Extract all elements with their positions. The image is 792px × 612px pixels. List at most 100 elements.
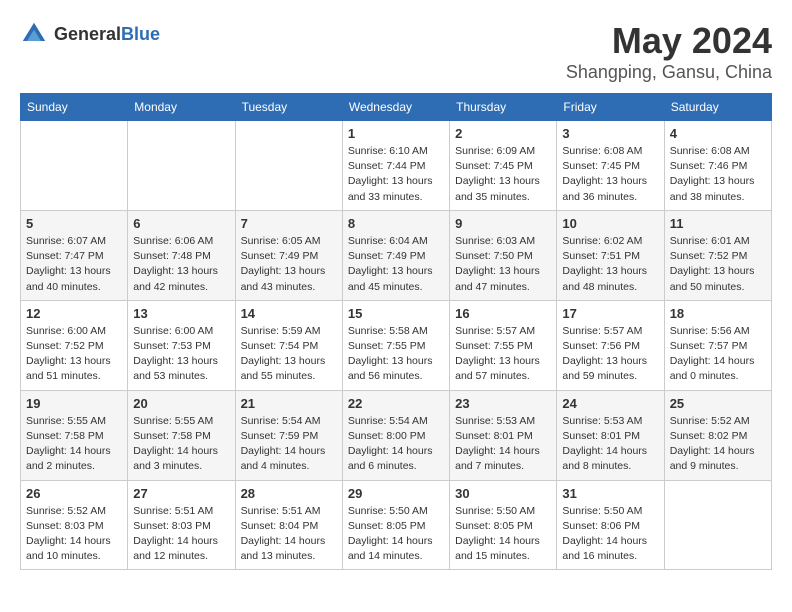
day-info: Sunrise: 5:55 AM Sunset: 7:58 PM Dayligh… bbox=[133, 414, 229, 475]
day-info: Sunrise: 6:00 AM Sunset: 7:53 PM Dayligh… bbox=[133, 324, 229, 385]
calendar-cell: 15 Sunrise: 5:58 AM Sunset: 7:55 PM Dayli… bbox=[342, 300, 449, 390]
calendar-table: SundayMondayTuesdayWednesdayThursdayFrid… bbox=[20, 93, 772, 570]
day-info: Sunrise: 5:52 AM Sunset: 8:03 PM Dayligh… bbox=[26, 504, 122, 565]
day-info: Sunrise: 5:54 AM Sunset: 8:00 PM Dayligh… bbox=[348, 414, 444, 475]
calendar-cell: 4Sunrise: 6:08 AM Sunset: 7:46 PM Daylig… bbox=[664, 121, 771, 211]
day-number: 27 bbox=[133, 486, 229, 501]
calendar-cell: 10Sunrise: 6:02 AM Sunset: 7:51 PM Dayli… bbox=[557, 210, 664, 300]
logo: GeneralBlue bbox=[20, 20, 160, 48]
calendar-cell bbox=[235, 121, 342, 211]
day-number: 24 bbox=[562, 396, 658, 411]
day-number: 11 bbox=[670, 216, 766, 231]
day-number: 3 bbox=[562, 126, 658, 141]
day-info: Sunrise: 5:59 AM Sunset: 7:54 PM Dayligh… bbox=[241, 324, 337, 385]
page-header: GeneralBlue May 2024 Shangping, Gansu, C… bbox=[20, 20, 772, 83]
day-number: 5 bbox=[26, 216, 122, 231]
day-info: Sunrise: 5:50 AM Sunset: 8:06 PM Dayligh… bbox=[562, 504, 658, 565]
calendar-week-row: 5 Sunrise: 6:07 AM Sunset: 7:47 PM Daylig… bbox=[21, 210, 772, 300]
day-info: Sunrise: 6:05 AM Sunset: 7:49 PM Dayligh… bbox=[241, 234, 337, 295]
day-number: 18 bbox=[670, 306, 766, 321]
day-number: 29 bbox=[348, 486, 444, 501]
day-info: Sunrise: 5:51 AM Sunset: 8:04 PM Dayligh… bbox=[241, 504, 337, 565]
weekday-header: Wednesday bbox=[342, 94, 449, 121]
day-info: Sunrise: 6:10 AM Sunset: 7:44 PM Dayligh… bbox=[348, 144, 444, 205]
calendar-cell: 28 Sunrise: 5:51 AM Sunset: 8:04 PM Dayli… bbox=[235, 480, 342, 570]
calendar-cell bbox=[21, 121, 128, 211]
day-number: 21 bbox=[241, 396, 337, 411]
calendar-cell: 9 Sunrise: 6:03 AM Sunset: 7:50 PM Daylig… bbox=[450, 210, 557, 300]
day-info: Sunrise: 6:00 AM Sunset: 7:52 PM Dayligh… bbox=[26, 324, 122, 385]
day-number: 2 bbox=[455, 126, 551, 141]
day-info: Sunrise: 5:50 AM Sunset: 8:05 PM Dayligh… bbox=[455, 504, 551, 565]
calendar-cell: 2 Sunrise: 6:09 AM Sunset: 7:45 PM Daylig… bbox=[450, 121, 557, 211]
day-number: 1 bbox=[348, 126, 444, 141]
day-info: Sunrise: 6:07 AM Sunset: 7:47 PM Dayligh… bbox=[26, 234, 122, 295]
day-number: 16 bbox=[455, 306, 551, 321]
weekday-header: Tuesday bbox=[235, 94, 342, 121]
calendar-cell: 6Sunrise: 6:06 AM Sunset: 7:48 PM Daylig… bbox=[128, 210, 235, 300]
month-title: May 2024 bbox=[566, 20, 772, 62]
day-info: Sunrise: 6:06 AM Sunset: 7:48 PM Dayligh… bbox=[133, 234, 229, 295]
day-info: Sunrise: 6:01 AM Sunset: 7:52 PM Dayligh… bbox=[670, 234, 766, 295]
weekday-header-row: SundayMondayTuesdayWednesdayThursdayFrid… bbox=[21, 94, 772, 121]
calendar-cell: 19 Sunrise: 5:55 AM Sunset: 7:58 PM Dayli… bbox=[21, 390, 128, 480]
calendar-cell bbox=[128, 121, 235, 211]
calendar-cell: 3 Sunrise: 6:08 AM Sunset: 7:45 PM Daylig… bbox=[557, 121, 664, 211]
calendar-cell: 17 Sunrise: 5:57 AM Sunset: 7:56 PM Dayli… bbox=[557, 300, 664, 390]
calendar-cell: 11 Sunrise: 6:01 AM Sunset: 7:52 PM Dayli… bbox=[664, 210, 771, 300]
day-number: 17 bbox=[562, 306, 658, 321]
day-number: 8 bbox=[348, 216, 444, 231]
calendar-cell: 18Sunrise: 5:56 AM Sunset: 7:57 PM Dayli… bbox=[664, 300, 771, 390]
calendar-cell: 5 Sunrise: 6:07 AM Sunset: 7:47 PM Daylig… bbox=[21, 210, 128, 300]
day-number: 30 bbox=[455, 486, 551, 501]
calendar-cell: 30 Sunrise: 5:50 AM Sunset: 8:05 PM Dayli… bbox=[450, 480, 557, 570]
title-block: May 2024 Shangping, Gansu, China bbox=[566, 20, 772, 83]
calendar-week-row: 26 Sunrise: 5:52 AM Sunset: 8:03 PM Dayli… bbox=[21, 480, 772, 570]
day-info: Sunrise: 6:03 AM Sunset: 7:50 PM Dayligh… bbox=[455, 234, 551, 295]
calendar-cell: 26 Sunrise: 5:52 AM Sunset: 8:03 PM Dayli… bbox=[21, 480, 128, 570]
calendar-cell: 14 Sunrise: 5:59 AM Sunset: 7:54 PM Dayli… bbox=[235, 300, 342, 390]
calendar-week-row: 12Sunrise: 6:00 AM Sunset: 7:52 PM Dayli… bbox=[21, 300, 772, 390]
day-info: Sunrise: 6:04 AM Sunset: 7:49 PM Dayligh… bbox=[348, 234, 444, 295]
day-info: Sunrise: 6:08 AM Sunset: 7:45 PM Dayligh… bbox=[562, 144, 658, 205]
calendar-cell: 21 Sunrise: 5:54 AM Sunset: 7:59 PM Dayli… bbox=[235, 390, 342, 480]
calendar-cell: 12Sunrise: 6:00 AM Sunset: 7:52 PM Dayli… bbox=[21, 300, 128, 390]
calendar-cell: 7 Sunrise: 6:05 AM Sunset: 7:49 PM Daylig… bbox=[235, 210, 342, 300]
calendar-cell: 24Sunrise: 5:53 AM Sunset: 8:01 PM Dayli… bbox=[557, 390, 664, 480]
logo-text-general: General bbox=[54, 24, 121, 44]
day-number: 9 bbox=[455, 216, 551, 231]
weekday-header: Friday bbox=[557, 94, 664, 121]
day-number: 26 bbox=[26, 486, 122, 501]
day-info: Sunrise: 5:52 AM Sunset: 8:02 PM Dayligh… bbox=[670, 414, 766, 475]
day-info: Sunrise: 5:50 AM Sunset: 8:05 PM Dayligh… bbox=[348, 504, 444, 565]
day-info: Sunrise: 6:08 AM Sunset: 7:46 PM Dayligh… bbox=[670, 144, 766, 205]
calendar-cell: 1 Sunrise: 6:10 AM Sunset: 7:44 PM Daylig… bbox=[342, 121, 449, 211]
day-number: 14 bbox=[241, 306, 337, 321]
day-number: 31 bbox=[562, 486, 658, 501]
day-number: 23 bbox=[455, 396, 551, 411]
day-info: Sunrise: 5:55 AM Sunset: 7:58 PM Dayligh… bbox=[26, 414, 122, 475]
day-info: Sunrise: 5:57 AM Sunset: 7:55 PM Dayligh… bbox=[455, 324, 551, 385]
day-info: Sunrise: 5:51 AM Sunset: 8:03 PM Dayligh… bbox=[133, 504, 229, 565]
weekday-header: Sunday bbox=[21, 94, 128, 121]
calendar-cell: 16 Sunrise: 5:57 AM Sunset: 7:55 PM Dayli… bbox=[450, 300, 557, 390]
day-info: Sunrise: 5:54 AM Sunset: 7:59 PM Dayligh… bbox=[241, 414, 337, 475]
day-number: 28 bbox=[241, 486, 337, 501]
calendar-cell: 8 Sunrise: 6:04 AM Sunset: 7:49 PM Daylig… bbox=[342, 210, 449, 300]
day-info: Sunrise: 5:58 AM Sunset: 7:55 PM Dayligh… bbox=[348, 324, 444, 385]
calendar-cell: 13Sunrise: 6:00 AM Sunset: 7:53 PM Dayli… bbox=[128, 300, 235, 390]
calendar-week-row: 1 Sunrise: 6:10 AM Sunset: 7:44 PM Daylig… bbox=[21, 121, 772, 211]
day-info: Sunrise: 6:09 AM Sunset: 7:45 PM Dayligh… bbox=[455, 144, 551, 205]
day-info: Sunrise: 5:57 AM Sunset: 7:56 PM Dayligh… bbox=[562, 324, 658, 385]
weekday-header: Thursday bbox=[450, 94, 557, 121]
day-number: 7 bbox=[241, 216, 337, 231]
calendar-cell: 20Sunrise: 5:55 AM Sunset: 7:58 PM Dayli… bbox=[128, 390, 235, 480]
weekday-header: Monday bbox=[128, 94, 235, 121]
day-number: 15 bbox=[348, 306, 444, 321]
weekday-header: Saturday bbox=[664, 94, 771, 121]
logo-icon bbox=[20, 20, 48, 48]
day-number: 19 bbox=[26, 396, 122, 411]
calendar-cell: 31 Sunrise: 5:50 AM Sunset: 8:06 PM Dayli… bbox=[557, 480, 664, 570]
day-info: Sunrise: 5:53 AM Sunset: 8:01 PM Dayligh… bbox=[455, 414, 551, 475]
day-number: 22 bbox=[348, 396, 444, 411]
